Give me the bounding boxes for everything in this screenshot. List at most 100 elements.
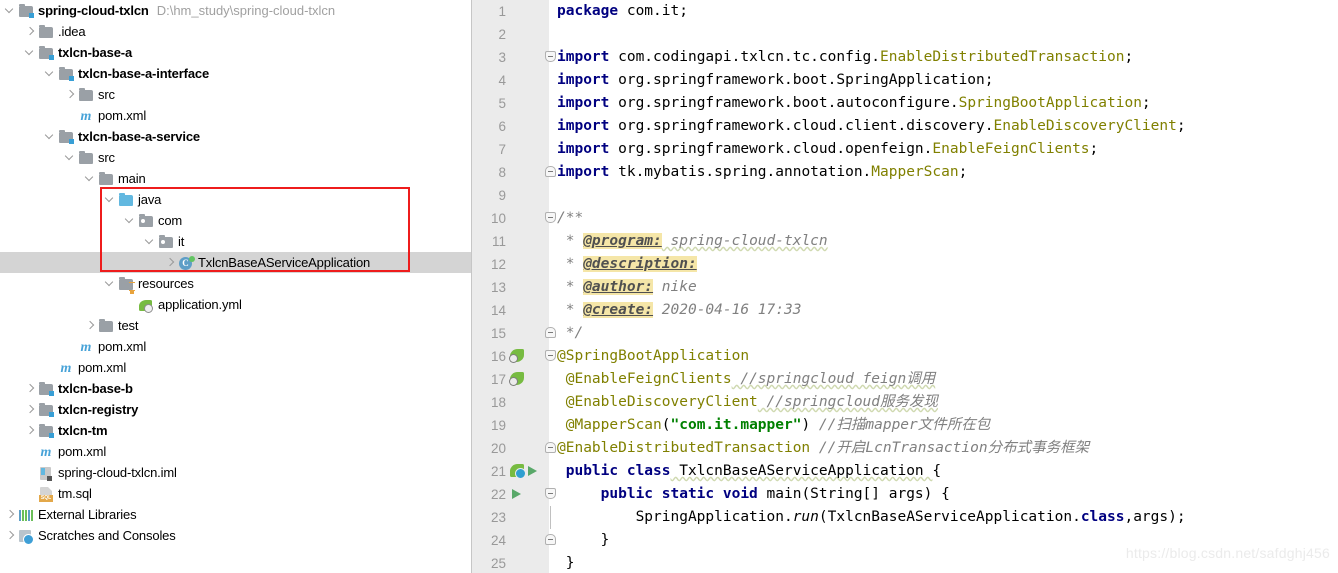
tree-item-main[interactable]: main [0, 168, 472, 189]
tree-item-txlcn-base-b[interactable]: txlcn-base-b [0, 378, 472, 399]
code-line-16[interactable]: 16 @SpringBootApplication [472, 345, 1338, 368]
fold-marker[interactable] [544, 0, 557, 23]
code-line-6[interactable]: 6 import org.springframework.cloud.client… [472, 115, 1338, 138]
fold-collapse-icon[interactable] [545, 488, 556, 499]
spring-bean-icon[interactable] [509, 372, 524, 386]
gutter-icons[interactable] [510, 460, 544, 483]
code-line-21[interactable]: 21 public class TxlcnBaseAServiceApplica… [472, 460, 1338, 483]
gutter-icons[interactable] [510, 23, 544, 46]
tree-item-pom-base-a[interactable]: m pom.xml [0, 357, 472, 378]
fold-marker[interactable] [544, 69, 557, 92]
code-line-3[interactable]: 3 import com.codingapi.txlcn.tc.config.En… [472, 46, 1338, 69]
gutter-icons[interactable] [510, 207, 544, 230]
fold-collapse-icon[interactable] [545, 350, 556, 361]
spring-boot-icon[interactable] [510, 464, 526, 479]
gutter-icons[interactable] [510, 506, 544, 529]
fold-marker[interactable] [544, 138, 557, 161]
chevron-right-icon[interactable] [84, 315, 98, 336]
tree-item-pom-service[interactable]: m pom.xml [0, 336, 472, 357]
gutter-icons[interactable] [510, 0, 544, 23]
fold-marker[interactable] [544, 368, 557, 391]
tree-item-pom-root[interactable]: m pom.xml [0, 441, 472, 462]
code-line-14[interactable]: 14 * @create: 2020-04-16 17:33 [472, 299, 1338, 322]
code-content[interactable]: 1 package com.it; 2 3 import com.codingapi.t… [472, 0, 1338, 573]
chevron-down-icon[interactable] [44, 126, 58, 147]
fold-marker[interactable] [544, 299, 557, 322]
code-line-20[interactable]: 20 @EnableDistributedTransaction //开启LcnT… [472, 437, 1338, 460]
fold-marker[interactable] [544, 230, 557, 253]
tree-item-application-yml[interactable]: application.yml [0, 294, 472, 315]
chevron-down-icon[interactable] [84, 168, 98, 189]
gutter-icons[interactable] [510, 299, 544, 322]
tree-item-external-libraries[interactable]: External Libraries [0, 504, 472, 525]
fold-marker[interactable] [544, 276, 557, 299]
fold-marker[interactable] [544, 92, 557, 115]
code-line-1[interactable]: 1 package com.it; [472, 0, 1338, 23]
tree-item-idea[interactable]: .idea [0, 21, 472, 42]
fold-marker[interactable] [544, 161, 557, 184]
tree-item-txlcn-base-a[interactable]: txlcn-base-a [0, 42, 472, 63]
fold-marker[interactable] [544, 552, 557, 573]
fold-collapse-icon[interactable] [545, 327, 556, 338]
fold-marker[interactable] [544, 345, 557, 368]
fold-marker[interactable] [544, 207, 557, 230]
code-line-5[interactable]: 5 import org.springframework.boot.autocon… [472, 92, 1338, 115]
chevron-down-icon[interactable] [144, 231, 158, 252]
tree-item-iml[interactable]: spring-cloud-txlcn.iml [0, 462, 472, 483]
code-line-17[interactable]: 17 @EnableFeignClients //springcloud fei… [472, 368, 1338, 391]
fold-marker[interactable] [544, 322, 557, 345]
fold-marker[interactable] [544, 115, 557, 138]
tree-item-java[interactable]: java [0, 189, 472, 210]
gutter-icons[interactable] [510, 322, 544, 345]
gutter-icons[interactable] [510, 552, 544, 573]
gutter-icons[interactable] [510, 230, 544, 253]
fold-marker[interactable] [544, 46, 557, 69]
gutter-icons[interactable] [510, 276, 544, 299]
code-line-22[interactable]: 22 public static void main(String[] args… [472, 483, 1338, 506]
tree-item-spring-cloud-txlcn[interactable]: spring-cloud-txlcn D:\hm_study\spring-clo… [0, 0, 472, 21]
chevron-down-icon[interactable] [64, 147, 78, 168]
chevron-right-icon[interactable] [4, 504, 18, 525]
tree-item-com[interactable]: com [0, 210, 472, 231]
run-icon[interactable] [528, 466, 537, 476]
code-line-18[interactable]: 18 @EnableDiscoveryClient //springcloud服… [472, 391, 1338, 414]
gutter-icons[interactable] [510, 437, 544, 460]
fold-marker[interactable] [544, 253, 557, 276]
chevron-right-icon[interactable] [24, 21, 38, 42]
tree-item-resources[interactable]: resources [0, 273, 472, 294]
code-line-8[interactable]: 8 import tk.mybatis.spring.annotation.Map… [472, 161, 1338, 184]
spring-bean-icon[interactable] [509, 349, 524, 363]
chevron-right-icon[interactable] [24, 399, 38, 420]
code-line-23[interactable]: 23 SpringApplication.run(TxlcnBaseAServi… [472, 506, 1338, 529]
gutter-icons[interactable] [510, 391, 544, 414]
fold-marker[interactable] [544, 529, 557, 552]
chevron-right-icon[interactable] [24, 378, 38, 399]
chevron-down-icon[interactable] [104, 189, 118, 210]
fold-marker[interactable] [544, 460, 557, 483]
tree-item-txlcn-base-a-service-application[interactable]: C TxlcnBaseAServiceApplication [0, 252, 472, 273]
gutter-icons[interactable] [509, 368, 544, 391]
fold-marker[interactable] [544, 414, 557, 437]
fold-marker[interactable] [544, 506, 557, 529]
fold-marker[interactable] [544, 184, 557, 207]
chevron-down-icon[interactable] [4, 0, 18, 21]
tree-item-txlcn-registry[interactable]: txlcn-registry [0, 399, 472, 420]
fold-collapse-icon[interactable] [545, 534, 556, 545]
fold-collapse-icon[interactable] [545, 212, 556, 223]
fold-marker[interactable] [544, 23, 557, 46]
chevron-down-icon[interactable] [44, 63, 58, 84]
fold-marker[interactable] [544, 391, 557, 414]
code-line-4[interactable]: 4 import org.springframework.boot.SpringA… [472, 69, 1338, 92]
code-line-19[interactable]: 19 @MapperScan("com.it.mapper") //扫描mapp… [472, 414, 1338, 437]
gutter-icons[interactable] [510, 69, 544, 92]
tree-item-pom-interface[interactable]: m pom.xml [0, 105, 472, 126]
code-line-13[interactable]: 13 * @author: nike [472, 276, 1338, 299]
gutter-icons[interactable] [510, 184, 544, 207]
gutter-icons[interactable] [510, 46, 544, 69]
tree-item-src-interface[interactable]: src [0, 84, 472, 105]
fold-collapse-icon[interactable] [545, 442, 556, 453]
tree-item-txlcn-base-a-service[interactable]: txlcn-base-a-service [0, 126, 472, 147]
code-editor[interactable]: 1 package com.it; 2 3 import com.codingapi.t… [472, 0, 1338, 573]
gutter-icons[interactable] [509, 345, 544, 368]
gutter-icons[interactable] [510, 138, 544, 161]
